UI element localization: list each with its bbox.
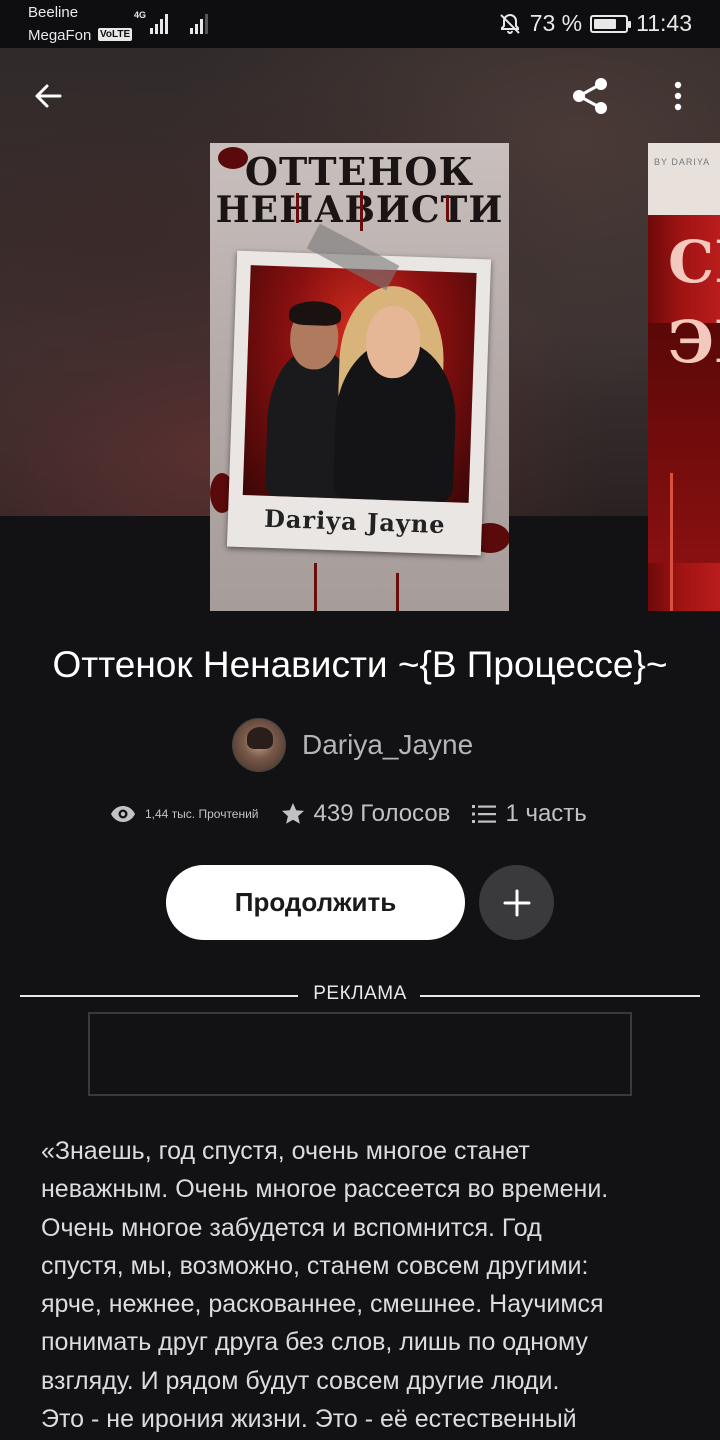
more-options-button[interactable]: [654, 72, 702, 120]
add-to-library-button[interactable]: [479, 865, 554, 940]
carrier-megafon: MegaFon: [28, 27, 92, 44]
blood-drip: [396, 573, 399, 611]
blood-drip: [314, 563, 317, 611]
reads-count: 1,44 тыс. Прочтений: [145, 807, 259, 821]
description-line: «Знаешь, год спустя, очень многое станет: [41, 1137, 530, 1165]
clock: 11:43: [636, 10, 692, 36]
volte-badge: VoLTE: [98, 28, 133, 41]
book-title: Оттенок Ненависти ~{В Процессе}~: [52, 644, 668, 685]
next-cover-strip: [648, 143, 720, 215]
author-name: Dariya_Jayne: [302, 729, 474, 760]
description-line: Очень многое забудется и вспомнится. Год: [41, 1213, 542, 1242]
share-icon: [573, 78, 607, 114]
description-line: Это - не ирония жизни. Это - её естестве…: [41, 1405, 577, 1434]
description-line: понимать друг друга без слов, лишь по од…: [41, 1328, 588, 1357]
next-cover-line: [670, 473, 673, 611]
status-bar: Beeline MegaFon VoLTE 4G 73 % 11:43: [0, 0, 720, 48]
arrow-left-icon: [35, 84, 62, 108]
cover-polaroid-frame: Dariya Jayne: [226, 250, 492, 556]
status-right: 73 % 11:43: [498, 10, 692, 37]
carrier-beeline: Beeline: [28, 4, 79, 21]
description-line: неважным. Очень многое рассеется во врем…: [41, 1175, 609, 1204]
next-cover-letters2: ЭМ: [668, 308, 720, 376]
bell-off-icon: [499, 13, 520, 34]
blood-drip: [296, 193, 299, 223]
author-link[interactable]: Dariya_Jayne: [232, 718, 473, 772]
reads-stat: 1,44 тыс. Прочтений: [110, 805, 259, 823]
battery-percent: 73 %: [529, 10, 583, 36]
cover-figure-man-hair: [288, 300, 342, 327]
blood-drip: [360, 191, 363, 231]
book-cover[interactable]: ОТТЕНОК НЕНАВИСТИ Dariya Jayne: [210, 143, 509, 611]
cover-author: Dariya Jayne: [263, 503, 447, 540]
share-button[interactable]: [566, 72, 614, 120]
signal-strength-2-icon: [190, 12, 208, 34]
votes-count: 439 Голосов: [313, 800, 451, 827]
next-cover-byline: BY DARIYA: [654, 157, 711, 167]
description-line: ярче, нежнее, раскованнее, смешнее. Науч…: [41, 1290, 604, 1319]
ad-label: РЕКЛАМА: [313, 983, 407, 1004]
next-book-cover[interactable]: BY DARIYA СП ЭМ: [648, 143, 720, 611]
stats-row: 1,44 тыс. Прочтений 439 Голосов 1 часть: [110, 800, 587, 828]
divider-line: [420, 995, 700, 997]
blood-drip: [446, 195, 449, 221]
votes-stat: 439 Голосов: [281, 800, 451, 828]
book-description: «Знаешь, год спустя, очень многое станет…: [41, 1132, 681, 1438]
description-line: спустя, мы, возможно, станем совсем друг…: [41, 1251, 589, 1280]
parts-count: 1 часть: [505, 800, 587, 827]
ad-banner[interactable]: [88, 1012, 632, 1096]
more-vertical-icon: [674, 81, 682, 111]
network-type: 4G: [134, 10, 147, 20]
avatar: [232, 718, 286, 772]
ad-divider: РЕКЛАМА: [20, 983, 700, 1009]
next-cover-letters1: СП: [668, 228, 720, 296]
cover-title-line1: ОТТЕНОК: [244, 149, 475, 194]
eye-icon: [111, 806, 135, 822]
battery-icon: [590, 14, 632, 33]
back-button[interactable]: [24, 72, 72, 120]
plus-icon: [503, 889, 530, 916]
continue-reading-button[interactable]: Продолжить: [166, 865, 465, 940]
signal-strength-icon: [150, 12, 168, 34]
list-icon: [472, 805, 497, 823]
parts-stat: 1 часть: [472, 800, 587, 828]
battery-level-fill: [594, 18, 617, 29]
blood-splatter: [218, 147, 248, 169]
description-line: взгляду. И рядом будут совсем другие люд…: [41, 1366, 560, 1395]
cover-photo: [242, 265, 477, 503]
star-icon: [281, 803, 304, 824]
